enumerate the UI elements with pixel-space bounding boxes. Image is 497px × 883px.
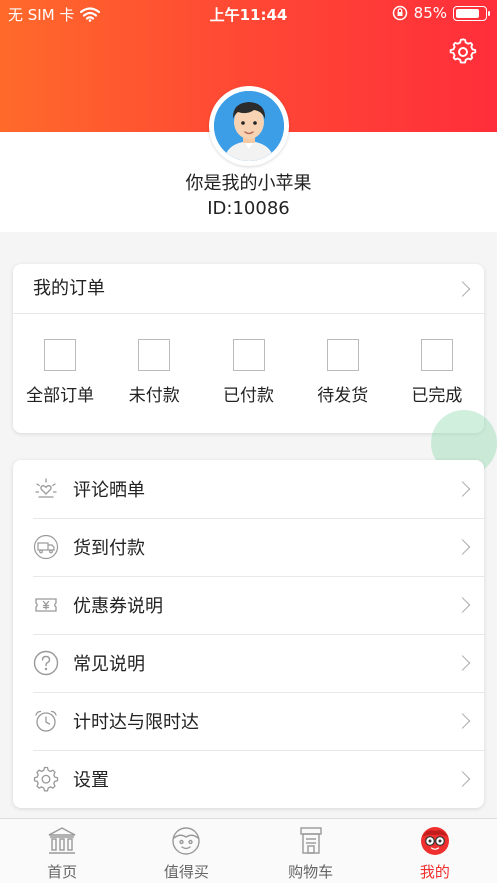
battery-fill: [456, 8, 480, 18]
order-placeholder-icon: [420, 339, 453, 371]
menu-item-faq[interactable]: 常见说明: [13, 634, 484, 692]
menu-item-reviews[interactable]: 评论晒单: [13, 460, 484, 518]
order-label: 已完成: [411, 386, 463, 406]
user-nickname: 你是我的小苹果: [185, 173, 312, 194]
glasses-face-icon: [420, 827, 449, 855]
order-unpaid[interactable]: 未付款: [107, 314, 201, 433]
sun-heart-icon: [35, 478, 57, 498]
menu-label: 设置: [73, 770, 109, 791]
chevron-right-icon: [454, 655, 471, 671]
order-status-row: 全部订单 未付款 已付款 待发货 已完成: [13, 314, 484, 433]
menu-item-settings[interactable]: 设置: [13, 750, 484, 808]
battery-icon: [453, 5, 490, 21]
avatar-illustration: [214, 91, 284, 161]
settings-gear-icon[interactable]: [449, 38, 477, 66]
coupon-icon: [35, 598, 57, 612]
order-placeholder-icon: [138, 339, 171, 371]
chevron-right-icon: [454, 481, 471, 497]
tab-worth-buying[interactable]: 值得买: [124, 819, 248, 883]
menu-card: 评论晒单 货到付款 优惠券说明 常见说明 计时达与限时达 设置: [13, 460, 484, 808]
battery-percent: 85%: [413, 4, 447, 22]
cart-board-icon: [299, 827, 322, 854]
tab-label: 购物车: [288, 863, 334, 881]
tab-label: 我的: [419, 863, 450, 881]
chevron-right-icon: [454, 280, 471, 297]
chevron-right-icon: [454, 539, 471, 555]
order-placeholder-icon: [326, 339, 359, 371]
gear-icon: [33, 766, 59, 792]
order-to-ship[interactable]: 待发货: [296, 314, 390, 433]
menu-label: 常见说明: [73, 654, 145, 675]
menu-label: 计时达与限时达: [73, 712, 199, 733]
order-label: 已付款: [223, 386, 274, 406]
order-paid[interactable]: 已付款: [201, 314, 295, 433]
menu-item-timed-delivery[interactable]: 计时达与限时达: [13, 692, 484, 750]
tab-home[interactable]: 首页: [0, 819, 124, 883]
menu-label: 优惠券说明: [73, 596, 163, 617]
chevron-right-icon: [454, 771, 471, 787]
status-bar: 无 SIM 卡 上午11:44 85%: [0, 0, 497, 28]
truck-icon: [33, 534, 59, 560]
alarm-clock-icon: [35, 710, 57, 732]
chevron-right-icon: [454, 597, 471, 613]
order-label: 待发货: [317, 386, 369, 406]
order-label: 未付款: [128, 386, 180, 406]
my-orders-title: 我的订单: [33, 278, 105, 299]
tab-mine[interactable]: 我的: [373, 819, 497, 883]
my-orders-card: 我的订单 全部订单 未付款 已付款 待发货 已完成: [13, 264, 484, 433]
avatar[interactable]: [209, 86, 289, 166]
question-icon: [33, 650, 59, 676]
order-label: 全部订单: [26, 386, 95, 406]
tab-label: 值得买: [163, 863, 209, 881]
tab-cart[interactable]: 购物车: [249, 819, 373, 883]
menu-item-coupon-info[interactable]: 优惠券说明: [13, 576, 484, 634]
order-placeholder-icon: [44, 339, 77, 371]
bottom-tab-bar: 首页 值得买 购物车 我的: [0, 818, 497, 883]
tab-label: 首页: [47, 863, 78, 881]
order-placeholder-icon: [232, 339, 265, 371]
menu-label: 评论晒单: [73, 480, 145, 501]
menu-item-cash-on-delivery[interactable]: 货到付款: [13, 518, 484, 576]
chevron-right-icon: [454, 713, 471, 729]
menu-label: 货到付款: [73, 538, 145, 559]
order-all[interactable]: 全部订单: [13, 314, 107, 433]
orientation-lock-icon: [392, 5, 407, 21]
bank-icon: [48, 827, 76, 854]
face-icon: [172, 827, 201, 855]
my-orders-header[interactable]: 我的订单: [13, 264, 484, 314]
user-id: ID:10086: [207, 198, 290, 219]
